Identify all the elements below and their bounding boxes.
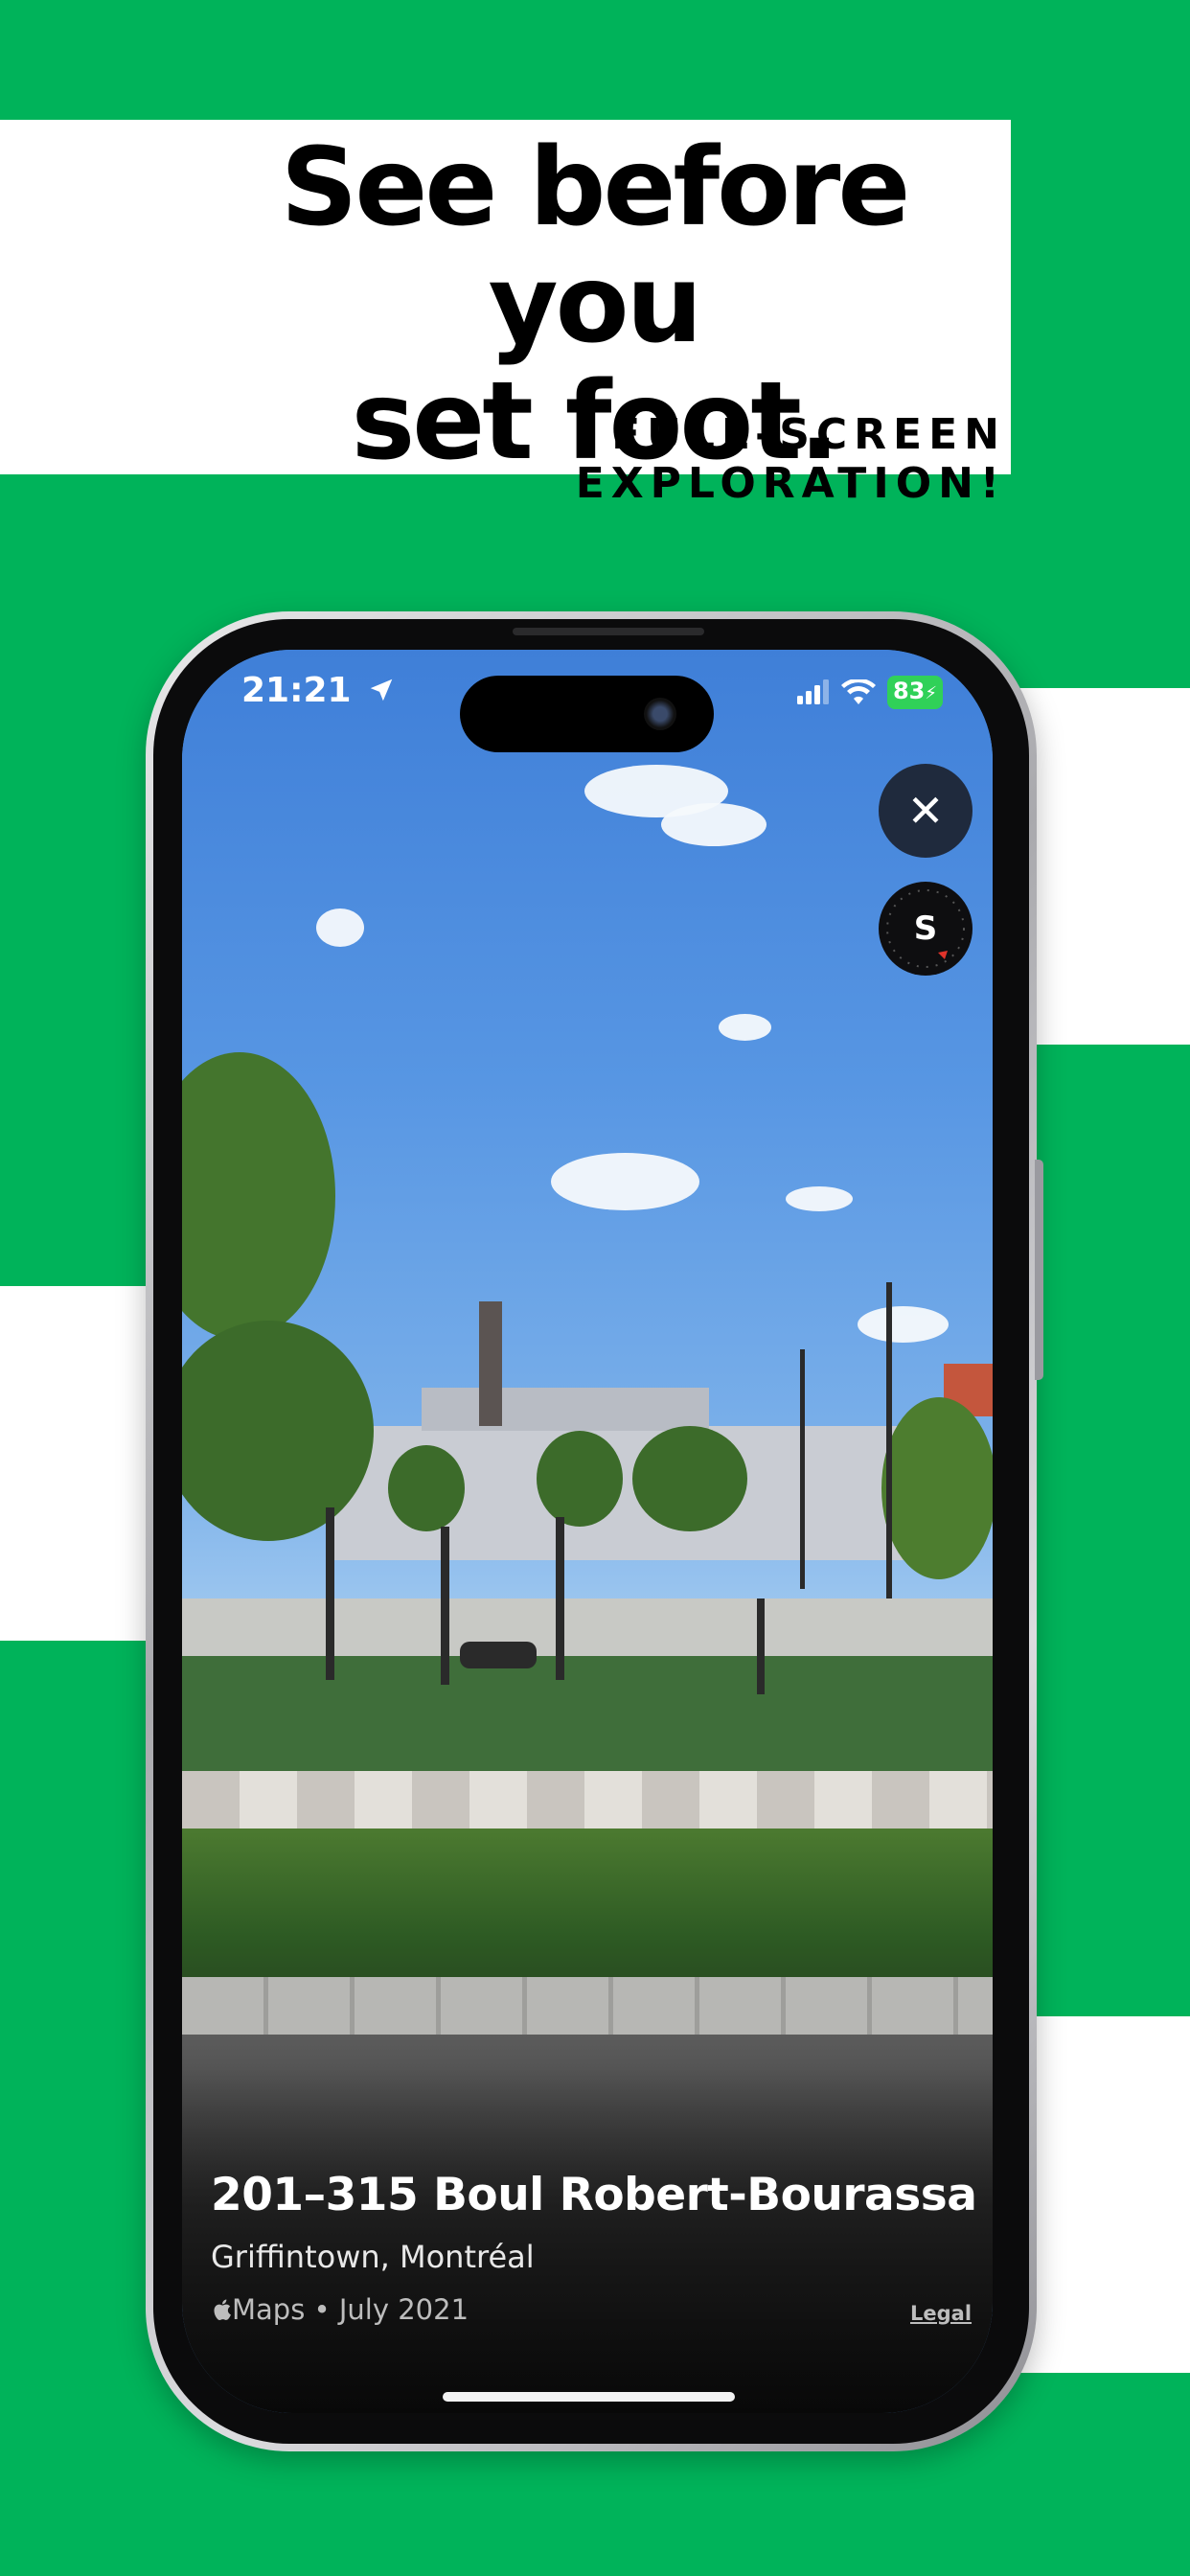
street-lamp xyxy=(800,1349,805,1589)
imagery-source: Maps • July 2021 xyxy=(211,2293,469,2326)
fitness-post xyxy=(441,1527,449,1685)
close-icon: ✕ xyxy=(906,785,945,837)
promo-subline: FULL-SCREEN EXPLORATION! xyxy=(575,410,1006,508)
phone-speaker xyxy=(513,628,704,635)
apple-logo-icon xyxy=(214,2299,231,2320)
signal-icon xyxy=(796,679,829,704)
tree xyxy=(632,1426,747,1531)
imagery-source-text: Maps • July 2021 xyxy=(232,2293,469,2326)
fitness-bench xyxy=(460,1642,537,1668)
compass-direction: S xyxy=(913,909,938,948)
phone-side-button xyxy=(1035,1160,1043,1380)
street-lamp xyxy=(886,1282,892,1598)
fitness-post xyxy=(757,1598,765,1694)
battery-icon: 83⚡ xyxy=(886,675,943,709)
phone-screen: 21:21 83⚡ ✕ S 201–315 Boul Robert-Bouras… xyxy=(182,650,993,2413)
tree xyxy=(388,1445,465,1531)
bg-stripe-left xyxy=(0,1286,149,1641)
tree xyxy=(537,1431,623,1527)
fitness-post xyxy=(326,1507,334,1680)
chimney xyxy=(479,1301,502,1426)
status-time: 21:21 xyxy=(241,669,396,713)
location-arrow-icon xyxy=(370,678,393,702)
battery-level: 83 xyxy=(892,677,926,704)
cloud xyxy=(719,1014,771,1041)
bg-stripe-right-upper xyxy=(1011,688,1190,1045)
place-address: 201–315 Boul Robert-Bourassa xyxy=(211,2169,977,2221)
fitness-turf xyxy=(182,1656,993,1771)
front-camera xyxy=(644,698,676,730)
cloud xyxy=(316,908,364,947)
status-time-text: 21:21 xyxy=(241,671,352,710)
fitness-post xyxy=(556,1517,564,1680)
legal-link[interactable]: Legal xyxy=(910,2302,972,2325)
status-indicators: 83⚡ xyxy=(796,675,943,709)
bg-stripe-right-lower xyxy=(1011,2016,1190,2373)
cloud xyxy=(661,803,767,846)
place-area: Griffintown, Montréal xyxy=(211,2239,535,2275)
building-upper xyxy=(422,1388,709,1431)
curb xyxy=(182,1977,993,2035)
cloud xyxy=(786,1186,853,1211)
promo-headline-line-1: See before you xyxy=(280,126,911,367)
cloud xyxy=(551,1153,699,1210)
compass-button[interactable]: S xyxy=(879,882,973,976)
home-indicator[interactable] xyxy=(443,2392,735,2402)
close-button[interactable]: ✕ xyxy=(879,764,973,858)
cloud xyxy=(858,1306,949,1343)
wifi-icon xyxy=(840,679,876,704)
tree xyxy=(881,1397,993,1579)
